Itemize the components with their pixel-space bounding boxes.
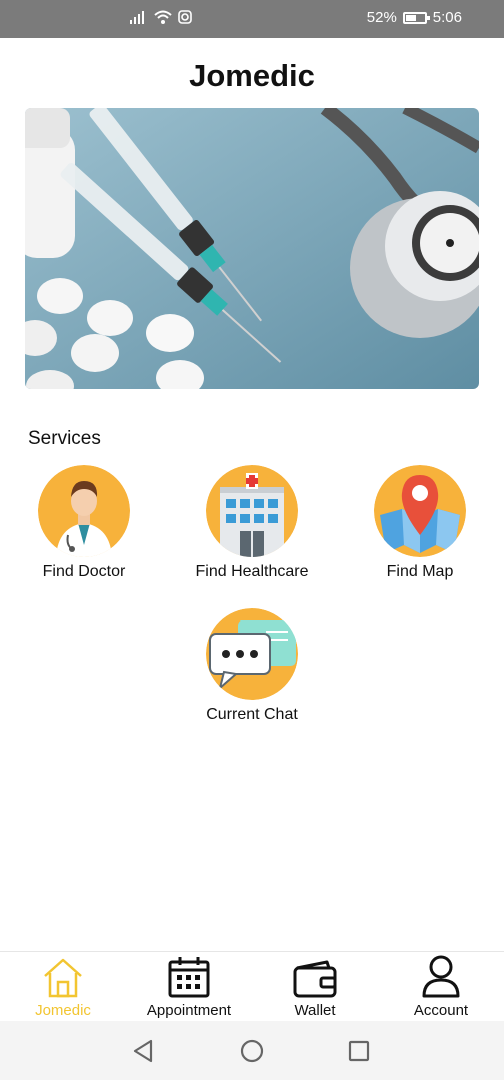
wifi-icon	[154, 10, 172, 24]
wallet-icon	[293, 960, 337, 998]
service-find-healthcare[interactable]: Find Healthcare	[172, 465, 332, 581]
back-icon[interactable]	[132, 1039, 154, 1063]
chat-icon	[206, 608, 298, 700]
nav-label: Jomedic	[35, 1002, 91, 1019]
map-pin-icon	[374, 465, 466, 557]
battery-icon	[402, 11, 430, 24]
home-icon	[44, 958, 82, 998]
service-find-doctor[interactable]: Find Doctor	[4, 465, 164, 581]
service-label: Find Healthcare	[195, 563, 309, 580]
instagram-icon	[178, 10, 192, 24]
home-circle-icon[interactable]	[240, 1039, 264, 1063]
status-right: 52% 5:06	[367, 9, 462, 26]
doctor-icon	[38, 465, 130, 557]
system-navigation-bar	[0, 1021, 504, 1080]
hospital-icon	[206, 465, 298, 557]
medical-banner-image	[25, 108, 479, 389]
calendar-icon	[168, 957, 210, 998]
nav-label: Account	[413, 1002, 469, 1019]
service-find-map[interactable]: Find Map	[340, 465, 500, 581]
status-icons	[128, 10, 192, 24]
nav-item-home[interactable]: Jomedic	[0, 952, 126, 1022]
clock: 5:06	[432, 9, 462, 26]
recents-icon[interactable]	[348, 1040, 370, 1062]
bottom-navigation: Jomedic Appointment Wallet Account	[0, 951, 504, 1022]
page-title: Jomedic	[189, 58, 315, 93]
nav-item-account[interactable]: Account	[378, 952, 504, 1022]
service-label: Find Doctor	[42, 563, 126, 580]
service-current-chat[interactable]: Current Chat	[172, 608, 332, 724]
service-label: Current Chat	[206, 706, 298, 723]
service-label: Find Map	[386, 563, 454, 580]
battery-percent: 52%	[366, 9, 397, 26]
nav-label: Appointment	[146, 1002, 232, 1019]
services-heading: Services	[28, 428, 101, 449]
signal-icon	[130, 11, 144, 24]
status-bar: 52% 5:06	[0, 0, 504, 38]
user-icon	[422, 955, 460, 998]
nav-item-appointment[interactable]: Appointment	[126, 952, 252, 1022]
nav-item-wallet[interactable]: Wallet	[252, 952, 378, 1022]
nav-label: Wallet	[294, 1002, 336, 1019]
